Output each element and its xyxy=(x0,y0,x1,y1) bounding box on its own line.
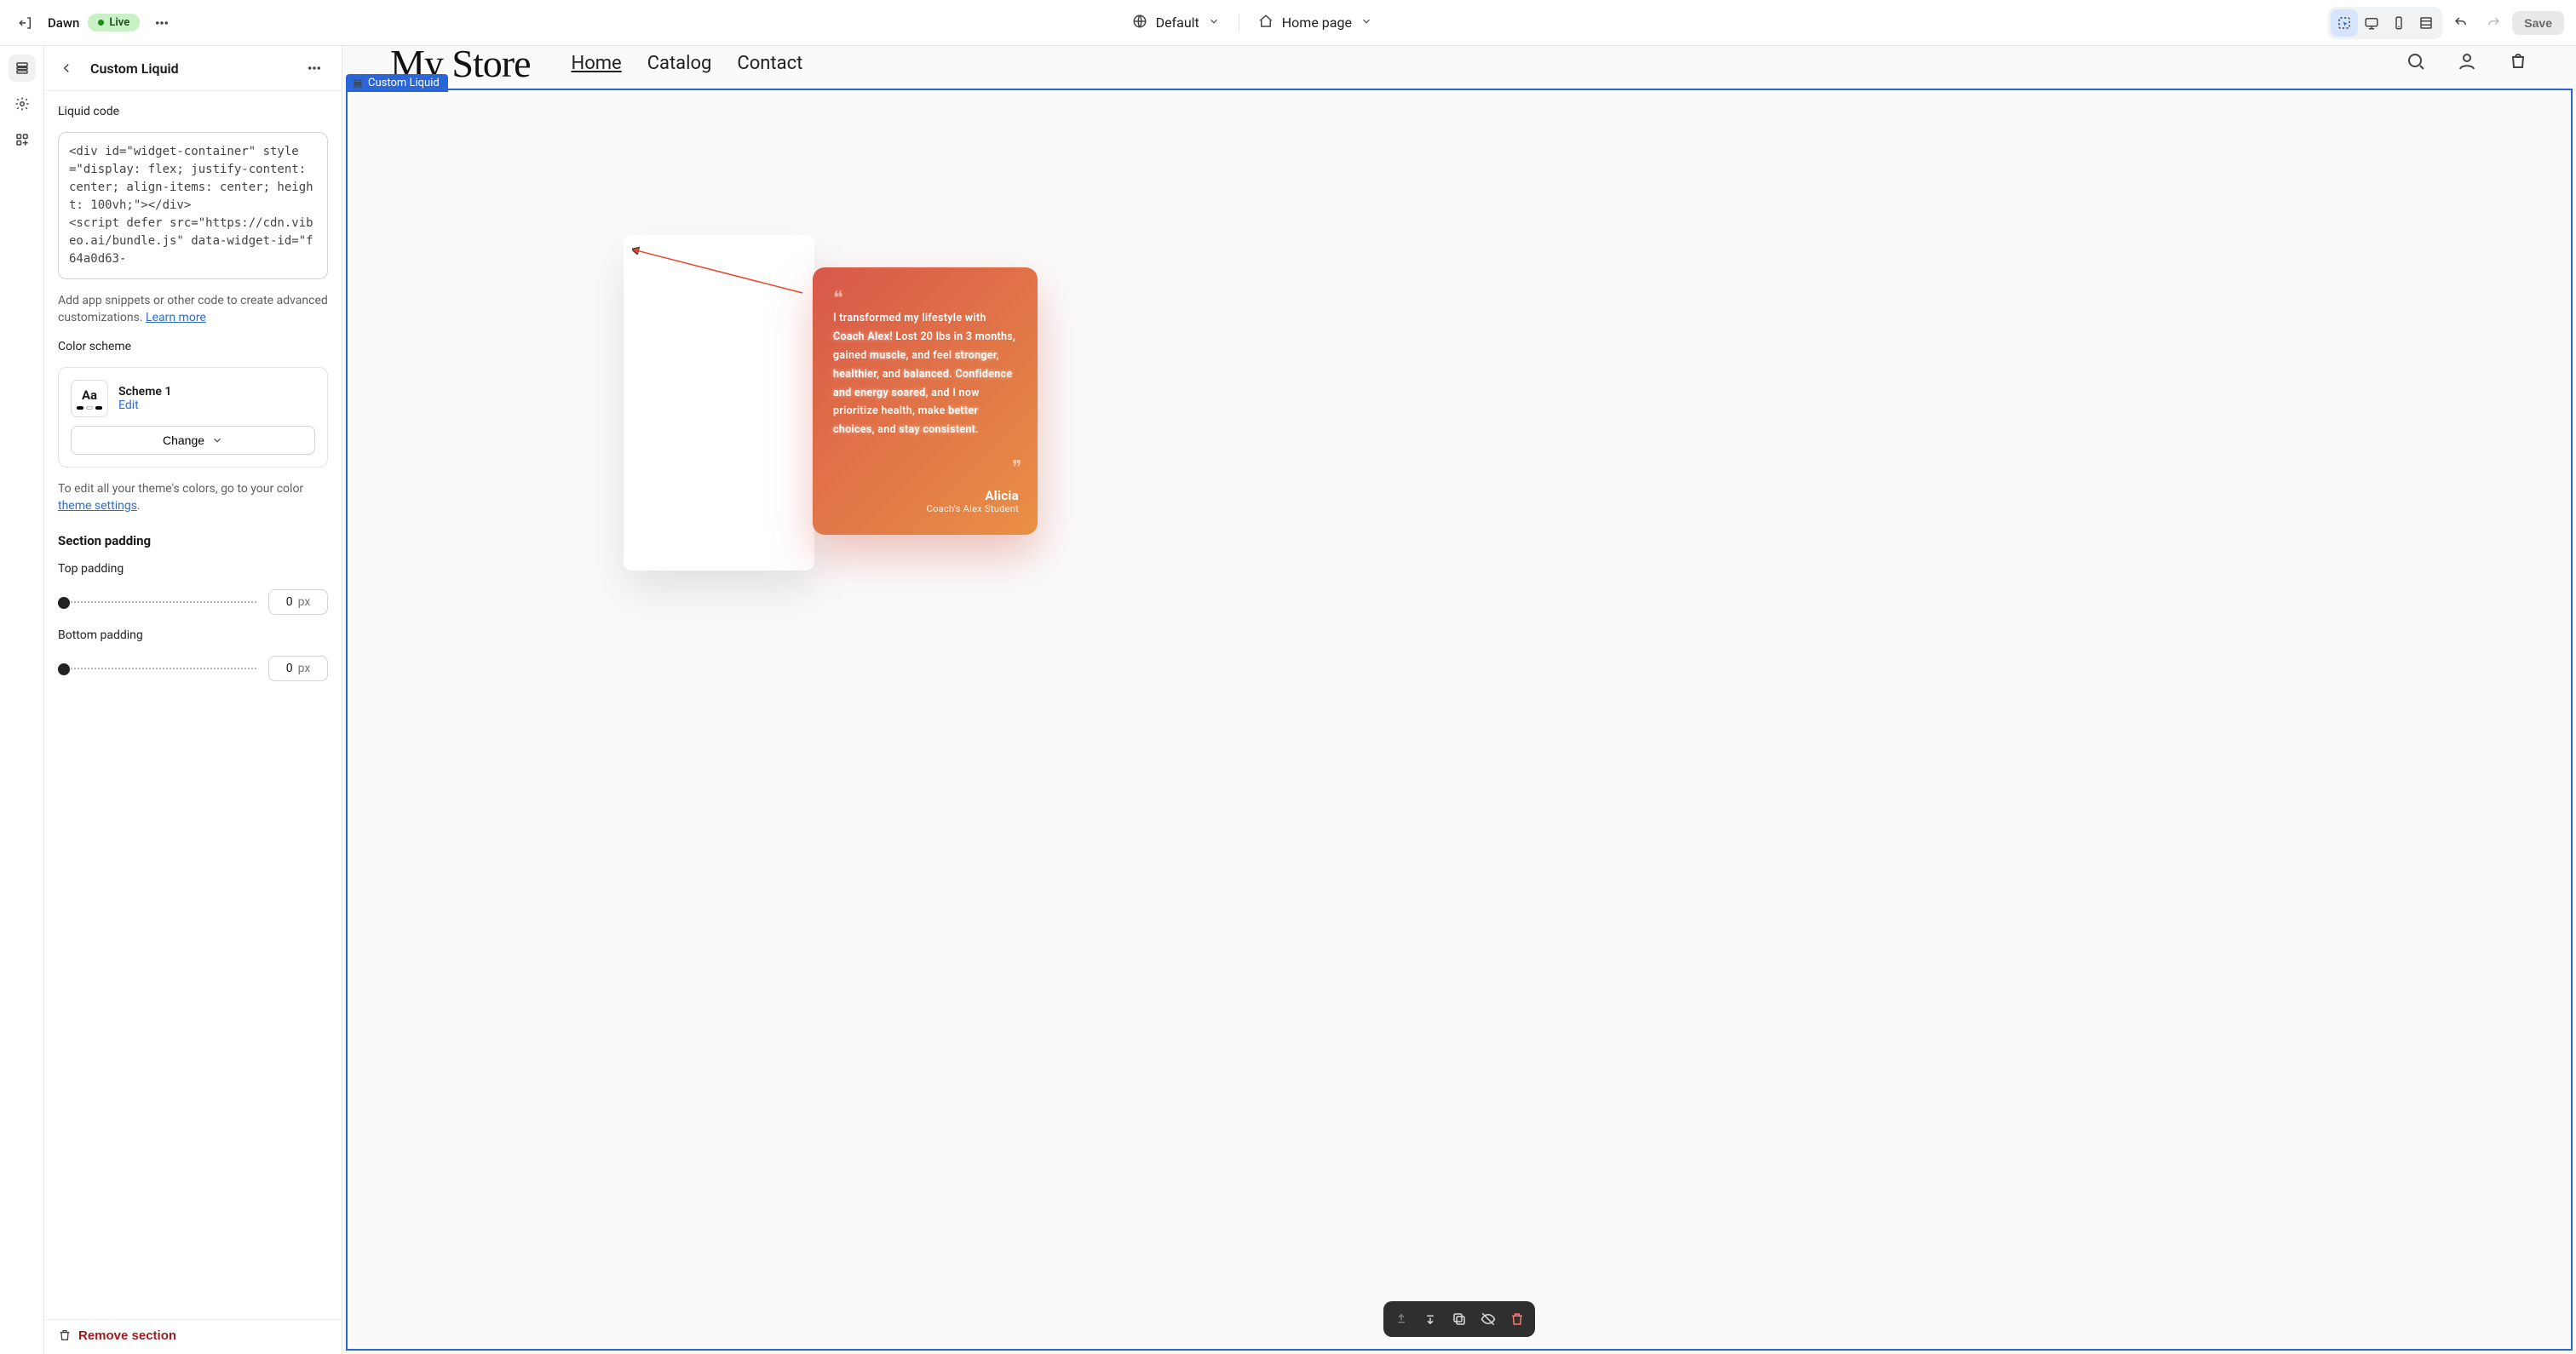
top-padding-control: 0 px xyxy=(58,589,328,615)
color-scheme-label: Color scheme xyxy=(58,340,328,353)
scheme-change-button[interactable]: Change xyxy=(71,426,315,455)
change-label: Change xyxy=(163,433,204,447)
page-label: Home page xyxy=(1282,14,1352,31)
testimonial-text: I transformed my lifestyle with Coach Al… xyxy=(833,309,1017,439)
mobile-preview-button[interactable] xyxy=(2385,9,2412,37)
desktop-preview-button[interactable] xyxy=(2358,9,2385,37)
inspector-cursor-button[interactable] xyxy=(2331,9,2358,37)
storefront-nav: Home Catalog Contact xyxy=(572,53,803,74)
remove-section-label: Remove section xyxy=(78,1328,176,1343)
top-bar: Dawn Live Default Home page xyxy=(0,0,2576,46)
chevron-down-icon xyxy=(211,434,223,446)
live-badge: Live xyxy=(88,14,140,32)
home-icon xyxy=(1258,14,1274,32)
px-unit: px xyxy=(298,595,311,609)
undo-button[interactable] xyxy=(2447,9,2475,37)
account-icon xyxy=(2457,51,2477,75)
fullscreen-preview-button[interactable] xyxy=(2412,9,2440,37)
chevron-down-icon xyxy=(1360,14,1372,31)
quote-close-icon: ❞ xyxy=(1012,457,1022,479)
theme-name: Dawn xyxy=(48,15,79,31)
duplicate-button[interactable] xyxy=(1446,1306,1472,1332)
section-icon xyxy=(353,78,363,89)
move-down-button[interactable] xyxy=(1417,1306,1443,1332)
scheme-name: Scheme 1 xyxy=(118,385,171,399)
top-padding-slider[interactable] xyxy=(58,601,256,603)
color-scheme-card: Aa Scheme 1 Edit Change xyxy=(58,367,328,468)
redo-button[interactable] xyxy=(2480,9,2507,37)
delete-button[interactable] xyxy=(1504,1306,1530,1332)
scheme-edit-link[interactable]: Edit xyxy=(118,399,171,412)
bottom-padding-slider[interactable] xyxy=(58,668,256,669)
bottom-padding-value: 0 xyxy=(286,662,293,675)
settings-panel: Custom Liquid Liquid code <div id="widge… xyxy=(44,46,342,1354)
bottom-padding-input[interactable]: 0 px xyxy=(268,656,328,681)
liquid-code-label: Liquid code xyxy=(58,105,328,118)
scheme-swatch: Aa xyxy=(71,380,108,417)
left-rail xyxy=(0,46,44,1354)
theme-settings-tab[interactable] xyxy=(9,90,36,118)
liquid-help-text: Add app snippets or other code to create… xyxy=(58,293,328,326)
testimonial-card: ❝ I transformed my lifestyle with Coach … xyxy=(813,267,1038,535)
panel-more-button[interactable] xyxy=(301,55,328,82)
bottom-padding-control: 0 px xyxy=(58,656,328,681)
search-icon xyxy=(2406,51,2426,75)
learn-more-link[interactable]: Learn more xyxy=(146,311,206,324)
top-padding-label: Top padding xyxy=(58,562,328,576)
liquid-code-input[interactable]: <div id="widget-container" style="displa… xyxy=(58,132,328,279)
panel-footer: Remove section xyxy=(44,1319,342,1354)
save-button[interactable]: Save xyxy=(2512,11,2564,35)
sections-tab[interactable] xyxy=(9,55,36,82)
preview-canvas[interactable]: My Store Home Catalog Contact Custom Liq… xyxy=(342,46,2576,1354)
testimonial-name: Alicia xyxy=(927,488,1019,503)
exit-editor-button[interactable] xyxy=(12,9,39,37)
hide-button[interactable] xyxy=(1475,1306,1501,1332)
bottom-padding-label: Bottom padding xyxy=(58,628,328,642)
apps-tab[interactable] xyxy=(9,126,36,153)
top-padding-value: 0 xyxy=(286,595,293,609)
panel-body: Liquid code <div id="widget-container" s… xyxy=(44,91,342,1319)
nav-catalog: Catalog xyxy=(647,53,712,74)
section-tag-label: Custom Liquid xyxy=(368,77,440,89)
more-actions-button[interactable] xyxy=(148,9,175,37)
storefront-header: My Store Home Catalog Contact xyxy=(390,46,2528,80)
nav-contact: Contact xyxy=(737,53,802,74)
theme-settings-link[interactable]: theme settings xyxy=(58,499,137,513)
testimonial-role: Coach's Alex Student xyxy=(927,503,1019,514)
nav-home: Home xyxy=(572,53,622,74)
theme-colors-help: To edit all your theme's colors, go to y… xyxy=(58,481,328,514)
widget-phone-card xyxy=(624,235,814,571)
section-floating-toolbar xyxy=(1383,1301,1535,1337)
theme-colors-text: To edit all your theme's colors, go to y… xyxy=(58,482,303,496)
move-up-button[interactable] xyxy=(1389,1306,1414,1332)
quote-open-icon: ❝ xyxy=(833,288,1017,309)
top-padding-input[interactable]: 0 px xyxy=(268,589,328,615)
locale-label: Default xyxy=(1156,14,1199,31)
px-unit: px xyxy=(298,662,311,675)
page-selector[interactable]: Home page xyxy=(1258,14,1372,32)
cart-icon xyxy=(2508,51,2528,75)
remove-section-button[interactable]: Remove section xyxy=(58,1328,176,1343)
trash-icon xyxy=(58,1328,72,1342)
section-padding-heading: Section padding xyxy=(58,533,328,548)
panel-header: Custom Liquid xyxy=(44,46,342,91)
locale-selector[interactable]: Default xyxy=(1132,14,1220,32)
chevron-down-icon xyxy=(1208,14,1220,31)
main-area: Custom Liquid Liquid code <div id="widge… xyxy=(0,46,2576,1354)
panel-back-button[interactable] xyxy=(53,55,80,82)
globe-icon xyxy=(1132,14,1147,32)
panel-title: Custom Liquid xyxy=(90,60,179,77)
